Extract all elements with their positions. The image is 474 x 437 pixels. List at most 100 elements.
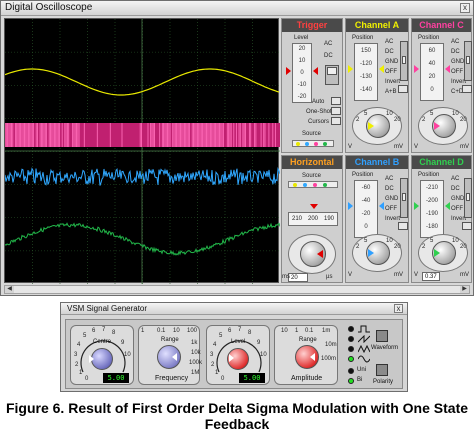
channel-a-mode-switch[interactable]: [400, 41, 408, 81]
channel-a-position-left-marker-icon[interactable]: [348, 65, 353, 73]
h-source-d-dot[interactable]: [323, 183, 327, 187]
horizontal-position-marker-icon[interactable]: [310, 204, 318, 209]
channel-d-position-right-marker-icon[interactable]: [445, 202, 450, 210]
channel-a-mode-label: DC: [385, 49, 394, 55]
channel-d-volts-dial[interactable]: 2 5 10 20: [418, 234, 468, 272]
source-c-dot[interactable]: [314, 142, 318, 146]
amp-range-10m: 10m: [325, 342, 337, 348]
channel-a-position-slider[interactable]: 150 -120 -130 -140: [354, 43, 378, 101]
channel-a-heading: Channel A: [346, 19, 408, 32]
trigger-source-selector[interactable]: [292, 140, 334, 147]
square-wave-icon: [358, 325, 370, 333]
frequency-range-knob[interactable]: [157, 345, 181, 369]
channel-a-mode-label: A+B: [385, 89, 397, 95]
source-b-dot[interactable]: [305, 142, 309, 146]
horizontal-unit-ms: ms: [282, 274, 290, 280]
h-source-a-dot[interactable]: [293, 183, 297, 187]
channel-c-volts-dial[interactable]: 2 5 10 20: [418, 107, 468, 145]
horizontal-timebase-dial[interactable]: [288, 234, 336, 274]
trigger-dc-label: DC: [324, 53, 333, 59]
channel-d-position-slider[interactable]: -210 -200 -190 -180: [420, 180, 444, 238]
generator-close-icon[interactable]: x: [394, 304, 403, 313]
channel-d-unit-v: V: [414, 272, 419, 278]
square-wave-led[interactable]: [348, 326, 354, 332]
channel-a-mode-handle[interactable]: [402, 56, 406, 64]
generator-titlebar[interactable]: VSM Signal Generator x: [61, 303, 407, 315]
sine-wave-led[interactable]: [348, 356, 354, 362]
channel-d-invert-button[interactable]: [462, 222, 472, 230]
freq-range-10: 10: [173, 328, 180, 334]
waveform-button[interactable]: [376, 330, 388, 342]
channel-b-trace: [5, 166, 280, 186]
horizontal-position-slider[interactable]: 210 200 190: [288, 212, 338, 226]
channel-b-mode-label: OFF: [385, 206, 397, 212]
channel-b-position-left-marker-icon[interactable]: [348, 202, 353, 210]
bipolar-led[interactable]: [348, 378, 354, 384]
channel-c-invert-button[interactable]: [462, 85, 472, 93]
channel-c-knob-tick: 2: [422, 117, 426, 123]
centre-tick-7: 7: [102, 327, 106, 333]
trigger-coupling-handle[interactable]: [327, 67, 337, 75]
channel-c-mode-label: GND: [451, 59, 465, 65]
trigger-oneshot-button[interactable]: [331, 107, 341, 115]
scroll-right-icon[interactable]: ▶: [460, 286, 469, 293]
close-icon[interactable]: x: [460, 3, 470, 13]
horizontal-scrollbar[interactable]: ◀ ▶: [4, 285, 470, 294]
channel-c-position-tick: 20: [428, 74, 436, 80]
channel-b-position-slider[interactable]: -60 -40 -20 0: [354, 180, 378, 238]
channel-c-mode-label: OFF: [451, 69, 463, 75]
trigger-right-marker-icon[interactable]: [313, 67, 318, 75]
trigger-cursors-label: Cursors: [308, 119, 330, 125]
trigger-level-slider[interactable]: 20 10 0 -10 -20: [292, 43, 312, 103]
trigger-level-label: Level: [294, 35, 309, 41]
channel-c-mode-handle[interactable]: [466, 56, 470, 64]
source-a-dot[interactable]: [296, 142, 300, 146]
h-source-b-dot[interactable]: [303, 183, 307, 187]
channel-d-position-label: Position: [418, 172, 440, 178]
channel-c-position-slider[interactable]: 60 40 20 0: [420, 43, 444, 101]
sine-wave-icon: [358, 355, 370, 363]
h-source-c-dot[interactable]: [313, 183, 317, 187]
channel-c-position-tick: 60: [428, 48, 436, 54]
channel-a-invert-button[interactable]: [398, 85, 408, 93]
channel-b-heading: Channel B: [346, 156, 408, 169]
channel-c-position-left-marker-icon[interactable]: [414, 65, 419, 73]
trigger-auto-button[interactable]: [331, 97, 341, 105]
channel-c-unit-mv: mV: [460, 144, 469, 150]
oscilloscope-titlebar[interactable]: Digital Oscilloscope x: [1, 1, 473, 16]
sawtooth-wave-led[interactable]: [348, 336, 354, 342]
amplitude-range-knob[interactable]: [295, 345, 319, 369]
triangle-wave-led[interactable]: [348, 346, 354, 352]
channel-b-volts-dial[interactable]: 2 5 10 20: [352, 234, 402, 272]
channel-d-mode-handle[interactable]: [466, 193, 470, 201]
centre-knob[interactable]: [91, 348, 113, 370]
channel-b-invert-button[interactable]: [398, 222, 408, 230]
channel-c-mode-switch[interactable]: [464, 41, 472, 81]
channel-c-position-right-marker-icon[interactable]: [445, 65, 450, 73]
horizontal-source-selector[interactable]: [288, 181, 338, 188]
centre-dial-box: 6 7 8 5 4 3 2 1 0 9 10 Centre 5.00: [70, 325, 134, 385]
channel-b-position-right-marker-icon[interactable]: [379, 202, 384, 210]
scroll-left-icon[interactable]: ◀: [5, 286, 14, 293]
channel-a-volts-dial[interactable]: 2 5 10 20: [352, 107, 402, 145]
channel-d-position-left-marker-icon[interactable]: [414, 202, 419, 210]
channel-b-mode-handle[interactable]: [402, 193, 406, 201]
channel-d-mode-switch[interactable]: [464, 178, 472, 218]
channel-a-position-right-marker-icon[interactable]: [379, 65, 384, 73]
polarity-button[interactable]: [376, 364, 388, 376]
channel-b-mode-switch[interactable]: [400, 178, 408, 218]
freq-range-1m: 1M: [191, 370, 200, 376]
trigger-cursors-button[interactable]: [331, 117, 341, 125]
unipolar-led[interactable]: [348, 368, 354, 374]
source-d-dot[interactable]: [323, 142, 327, 146]
channel-a-knob-tick: 2: [356, 117, 360, 123]
trigger-coupling-switch[interactable]: [325, 65, 339, 85]
horizontal-unit-us: µs: [326, 274, 333, 280]
channel-a-panel: Channel A Position 150 -120 -130 -140 AC DC GND O…: [345, 18, 409, 153]
trigger-left-marker-icon[interactable]: [286, 67, 291, 75]
freq-range-100k: 100k: [189, 360, 203, 366]
channel-d-mode-label: OFF: [451, 206, 463, 212]
channel-c-position-label: Position: [418, 35, 440, 41]
amp-range-100m: 100m: [321, 356, 337, 362]
horizontal-scale-210: 210: [292, 216, 303, 222]
